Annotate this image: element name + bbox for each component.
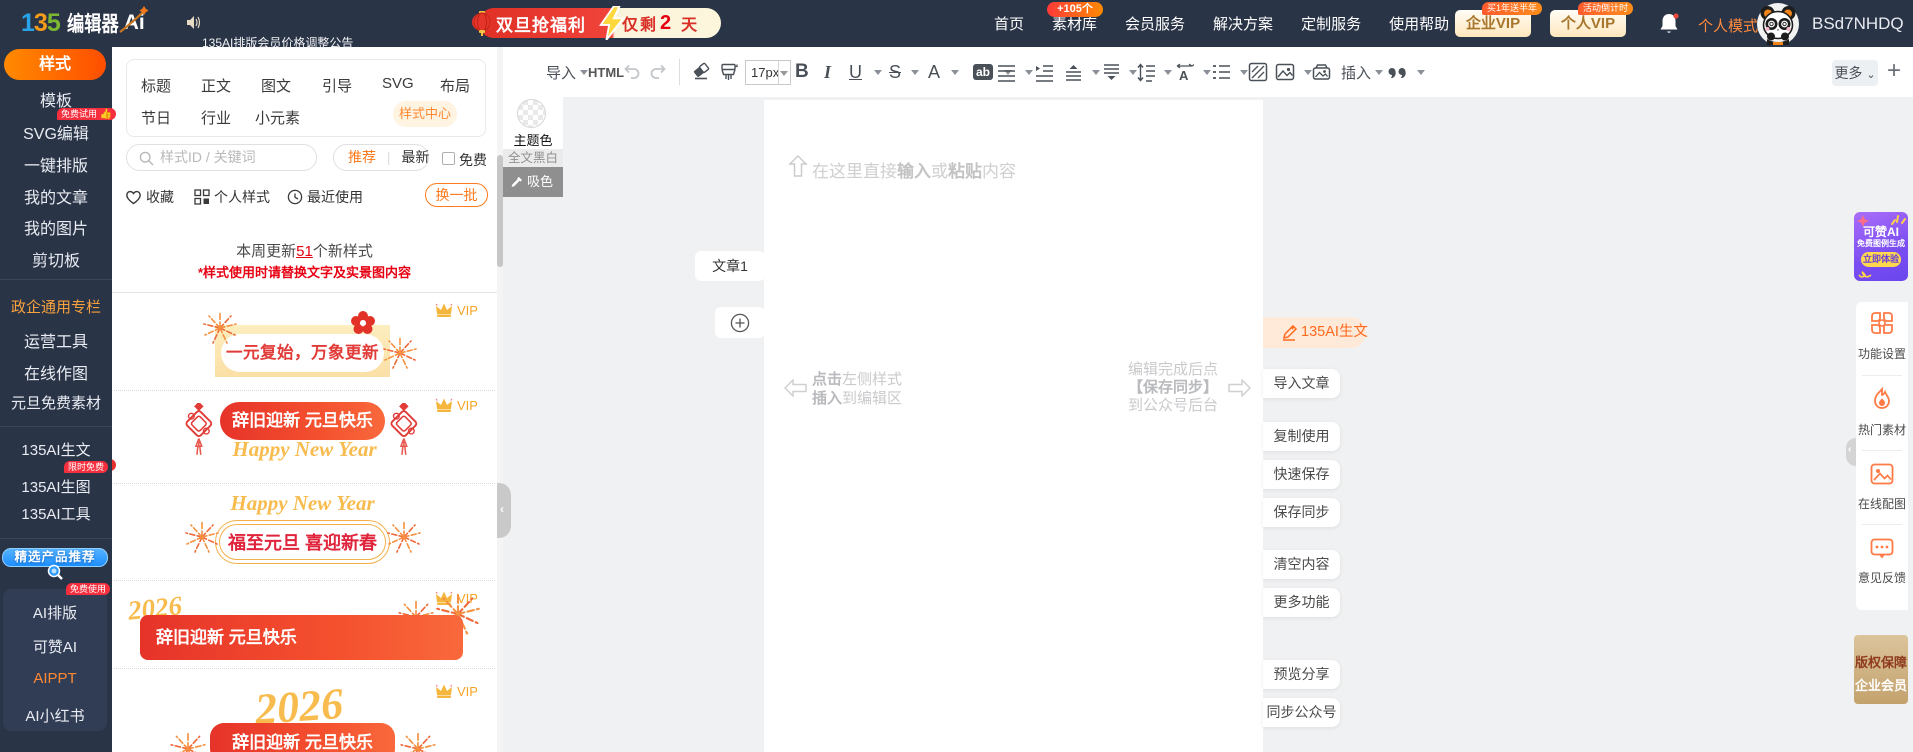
svg-text:A: A: [1179, 68, 1189, 82]
